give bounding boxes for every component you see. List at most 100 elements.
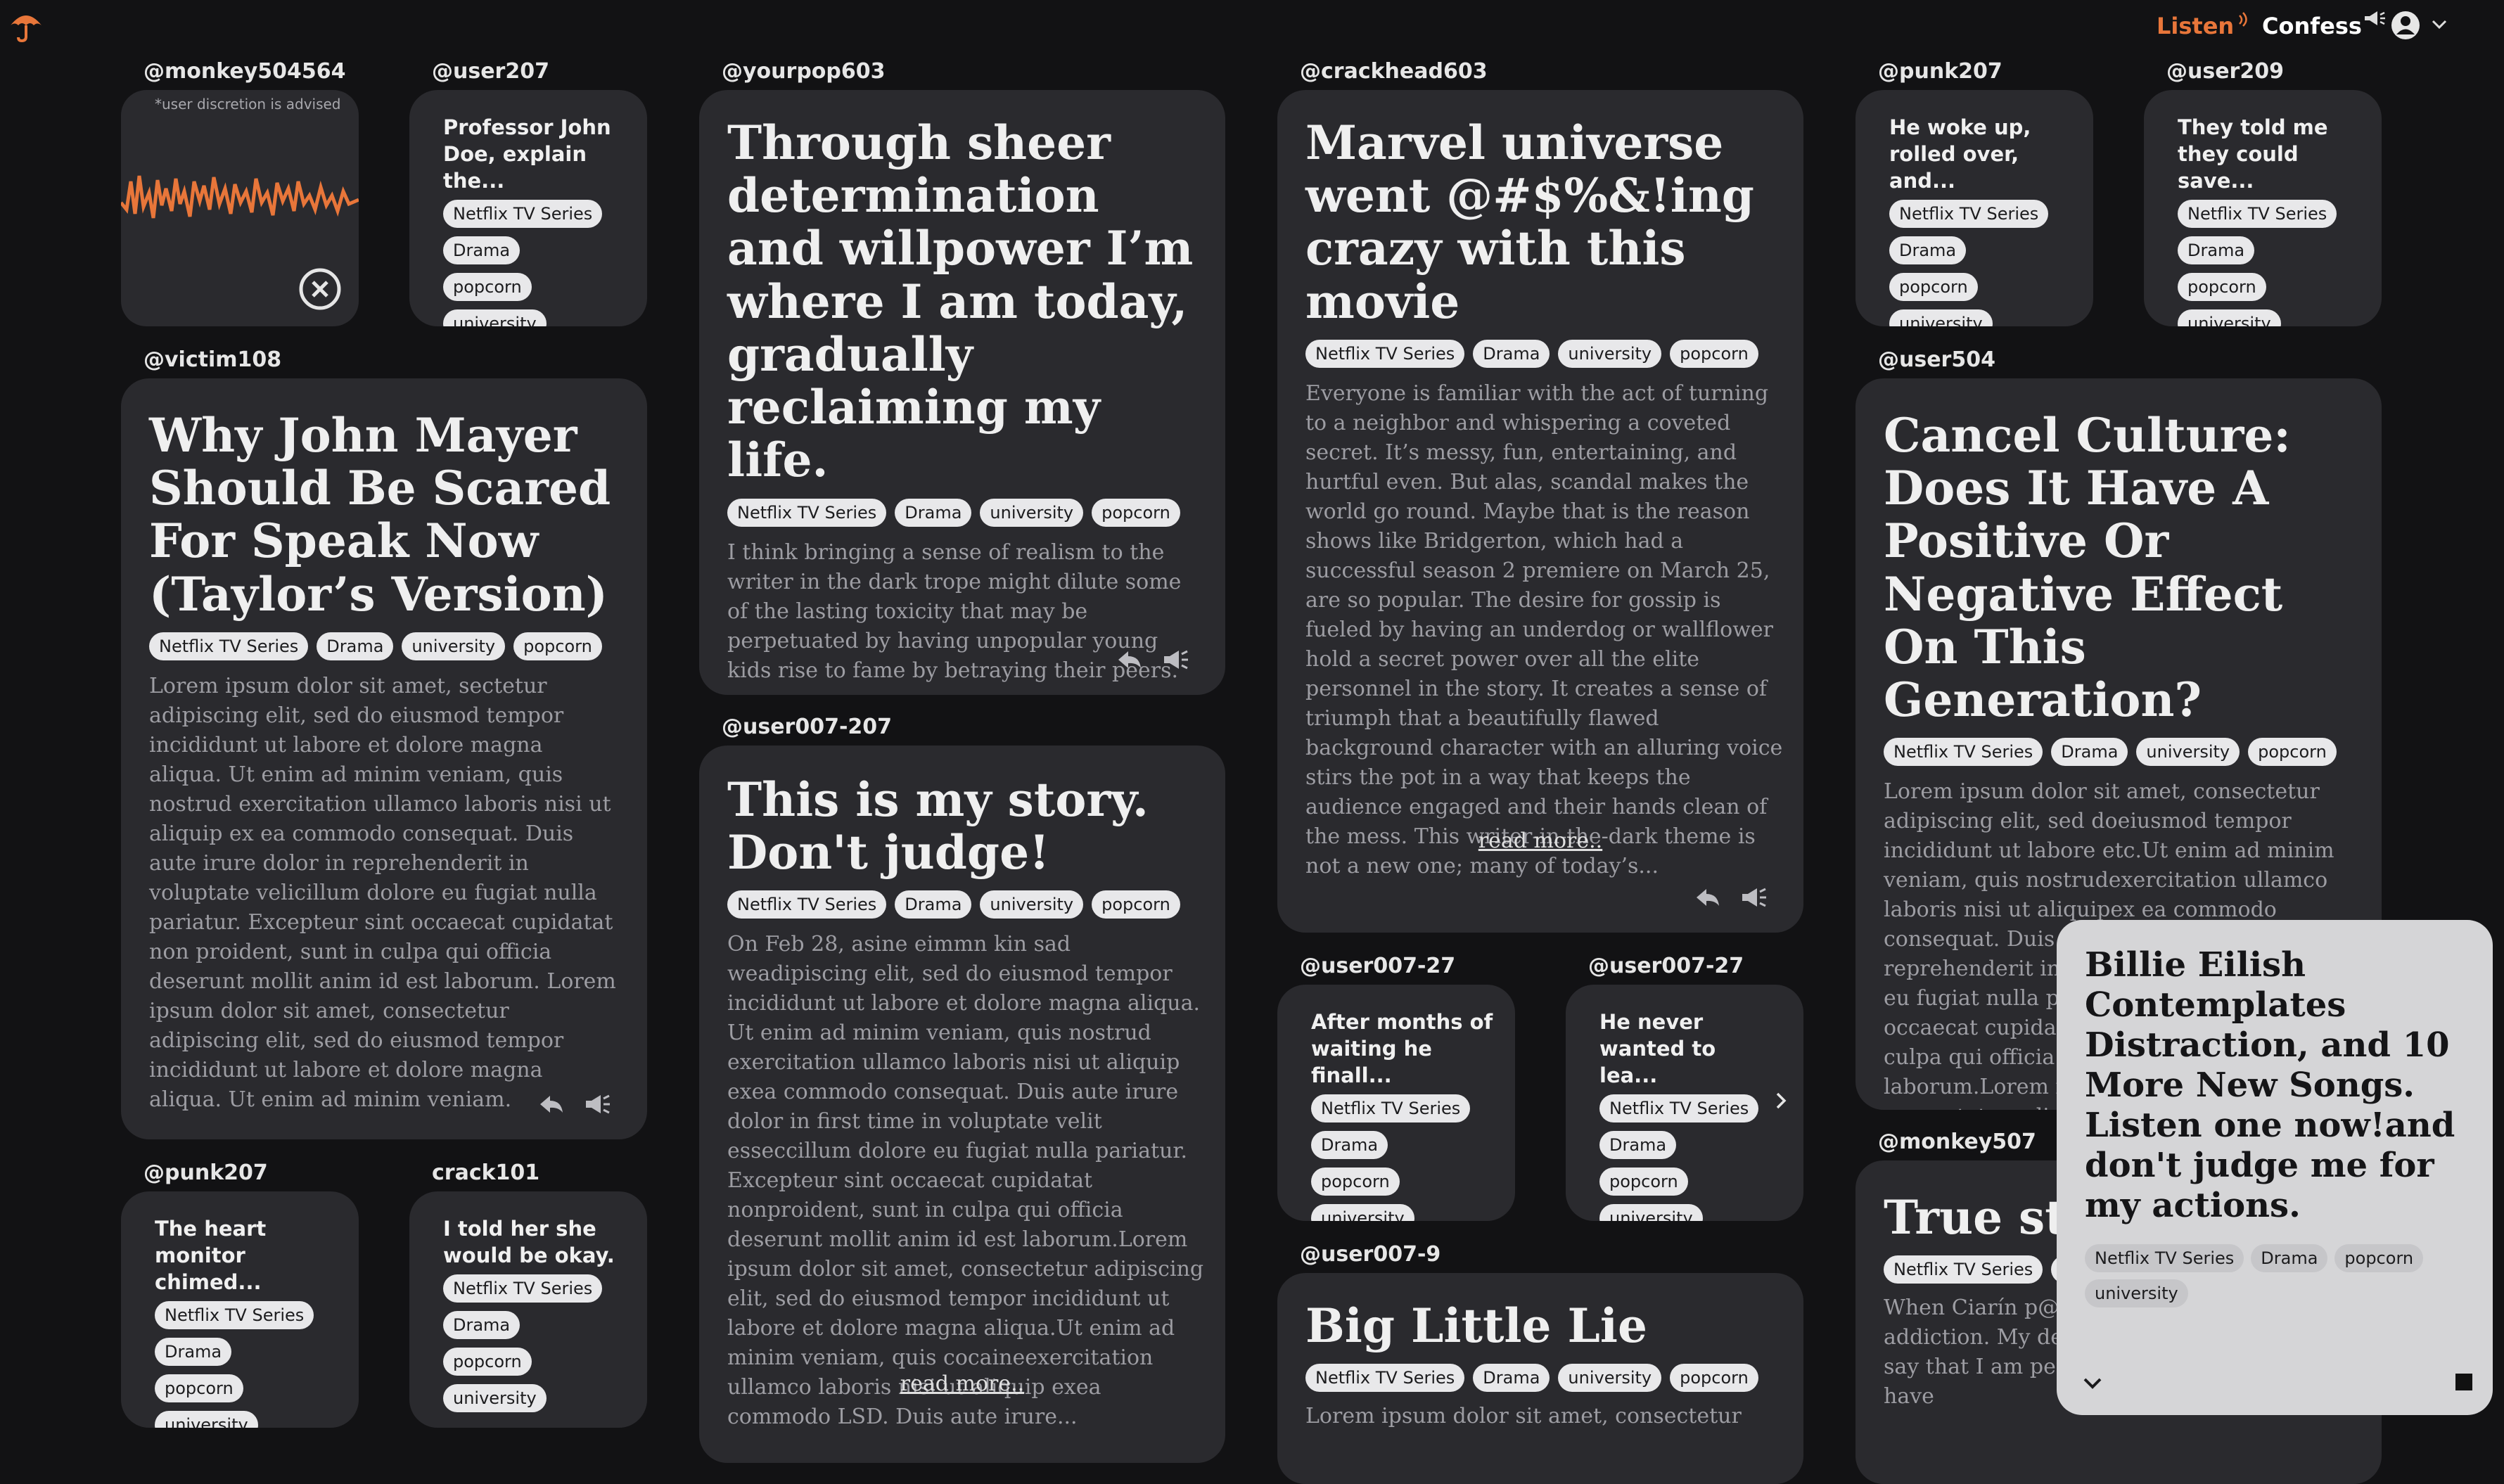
tag[interactable]: Netflix TV Series [149, 632, 309, 660]
close-icon[interactable] [298, 267, 342, 311]
tag[interactable]: popcorn [1599, 1168, 1688, 1196]
tag[interactable]: Drama [2251, 1244, 2328, 1272]
tag[interactable]: Netflix TV Series [443, 200, 603, 228]
username-handle[interactable]: @monkey507 [1878, 1130, 2036, 1154]
tag[interactable]: Netflix TV Series [1599, 1094, 1759, 1122]
tag[interactable]: university [1311, 1204, 1414, 1221]
umbrella-logo-icon[interactable] [8, 10, 44, 42]
tag[interactable]: Netflix TV Series [1884, 1255, 2043, 1284]
now-playing-panel[interactable]: Billie Eilish Contemplates Distraction, … [2057, 920, 2493, 1415]
confession-card-small[interactable]: He woke up, rolled over, and... Netflix … [1855, 90, 2093, 326]
tag[interactable]: Netflix TV Series [1305, 339, 1465, 368]
username-handle[interactable]: @user007-27 [1300, 954, 1455, 978]
username-handle[interactable]: @monkey504564 [143, 59, 346, 84]
username-handle[interactable]: @user007-207 [722, 715, 892, 739]
confession-card[interactable]: Big Little Lie Netflix TV Series Drama u… [1277, 1273, 1803, 1484]
tag[interactable]: popcorn [1670, 339, 1758, 368]
tag[interactable]: popcorn [443, 1348, 532, 1376]
username-handle[interactable]: @user207 [432, 59, 549, 84]
username-handle[interactable]: @punk207 [143, 1160, 268, 1185]
megaphone-icon[interactable] [1740, 883, 1768, 911]
tag[interactable]: university [402, 632, 506, 660]
tag[interactable]: popcorn [443, 273, 532, 301]
username-handle[interactable]: @yourpop603 [722, 59, 886, 84]
tag[interactable]: university [1558, 339, 1662, 368]
tag[interactable]: Drama [895, 890, 972, 919]
confession-card-small[interactable]: I told her she would be okay. Netflix TV… [409, 1191, 647, 1428]
tag[interactable]: university [980, 498, 1084, 527]
tag[interactable]: popcorn [2178, 273, 2266, 301]
tag[interactable]: university [2085, 1279, 2188, 1307]
confession-card[interactable]: Why John Mayer Should Be Scared For Spea… [121, 378, 647, 1139]
tag[interactable]: university [443, 309, 547, 326]
tag[interactable]: Netflix TV Series [727, 498, 887, 527]
confession-card[interactable]: Marvel universe went @#$%&!ing crazy wit… [1277, 90, 1803, 933]
username-handle[interactable]: @user007-9 [1300, 1242, 1441, 1267]
chevron-right-icon[interactable] [1772, 1090, 1789, 1111]
confession-card-small[interactable]: The heart monitor chimed... Netflix TV S… [121, 1191, 359, 1428]
tag[interactable]: Netflix TV Series [727, 890, 887, 919]
tag[interactable]: Netflix TV Series [1884, 738, 2043, 767]
username-handle[interactable]: @punk207 [1878, 59, 2002, 84]
tag[interactable]: Drama [2178, 236, 2255, 264]
tag[interactable]: Drama [2051, 738, 2128, 767]
tag[interactable]: university [2136, 738, 2240, 767]
tag[interactable]: Netflix TV Series [443, 1274, 603, 1303]
read-more-link[interactable]: read more.. [1277, 829, 1803, 853]
tag[interactable]: popcorn [1670, 1364, 1758, 1393]
tag[interactable]: Netflix TV Series [1889, 200, 2049, 228]
tag[interactable]: university [155, 1411, 258, 1428]
confession-card[interactable]: Through sheer determination and willpowe… [699, 90, 1225, 695]
tag[interactable]: university [1889, 309, 1993, 326]
tag[interactable]: popcorn [1889, 273, 1978, 301]
tag[interactable]: popcorn [1092, 890, 1180, 919]
megaphone-icon[interactable] [584, 1090, 612, 1118]
chevron-down-icon[interactable] [2431, 18, 2448, 31]
tag[interactable]: Drama [155, 1338, 232, 1366]
collapse-chevron-icon[interactable] [2082, 1376, 2103, 1391]
tag[interactable]: popcorn [155, 1374, 243, 1402]
tag[interactable]: Drama [1889, 236, 1967, 264]
listen-nav-link[interactable]: Listen [2157, 12, 2254, 39]
confession-card[interactable]: This is my story. Don't judge! Netflix T… [699, 746, 1225, 1463]
tag[interactable]: Netflix TV Series [2085, 1244, 2244, 1272]
tag[interactable]: Netflix TV Series [1311, 1094, 1471, 1122]
username-handle[interactable]: @user007-27 [1588, 954, 1744, 978]
reply-icon[interactable] [1116, 646, 1144, 674]
username-handle[interactable]: @user504 [1878, 347, 1995, 372]
confession-card-small[interactable]: He never wanted to lea... Netflix TV Ser… [1566, 985, 1803, 1221]
tag[interactable]: popcorn [513, 632, 602, 660]
tag[interactable]: Netflix TV Series [1305, 1364, 1465, 1393]
tag[interactable]: popcorn [2334, 1244, 2424, 1272]
tag[interactable]: Drama [895, 498, 972, 527]
tag[interactable]: Drama [443, 1311, 520, 1339]
tag[interactable]: university [1599, 1204, 1703, 1221]
tag[interactable]: Netflix TV Series [2178, 200, 2337, 228]
megaphone-icon[interactable] [1162, 646, 1190, 674]
read-more-link[interactable]: read more.. [699, 1371, 1225, 1396]
confession-card-small[interactable]: Professor John Doe, explain the... Netfl… [409, 90, 647, 326]
tag[interactable]: popcorn [1092, 498, 1180, 527]
username-handle[interactable]: @user209 [2166, 59, 2284, 84]
confess-nav-link[interactable]: Confess [2262, 11, 2387, 39]
stop-icon[interactable] [2455, 1373, 2473, 1391]
audio-confession-card[interactable]: *user discretion is advised [121, 90, 359, 326]
tag[interactable]: university [1558, 1364, 1662, 1393]
tag[interactable]: Drama [1473, 339, 1550, 368]
tag[interactable]: Netflix TV Series [155, 1301, 314, 1329]
account-avatar-icon[interactable] [2390, 10, 2421, 41]
tag[interactable]: Drama [1473, 1364, 1550, 1393]
tag[interactable]: Drama [1311, 1131, 1388, 1159]
username-handle[interactable]: @crackhead603 [1300, 59, 1488, 84]
tag[interactable]: Drama [317, 632, 394, 660]
confession-card-small[interactable]: After months of waiting he finall... Net… [1277, 985, 1515, 1221]
tag[interactable]: university [2178, 309, 2281, 326]
tag[interactable]: Drama [443, 236, 520, 264]
confession-card-small[interactable]: They told me they could save... Netflix … [2144, 90, 2382, 326]
tag[interactable]: popcorn [2248, 738, 2337, 767]
username-handle[interactable]: crack101 [432, 1160, 539, 1185]
username-handle[interactable]: @victim108 [143, 347, 281, 372]
tag[interactable]: university [980, 890, 1084, 919]
tag[interactable]: university [443, 1384, 547, 1412]
reply-icon[interactable] [1694, 883, 1722, 911]
